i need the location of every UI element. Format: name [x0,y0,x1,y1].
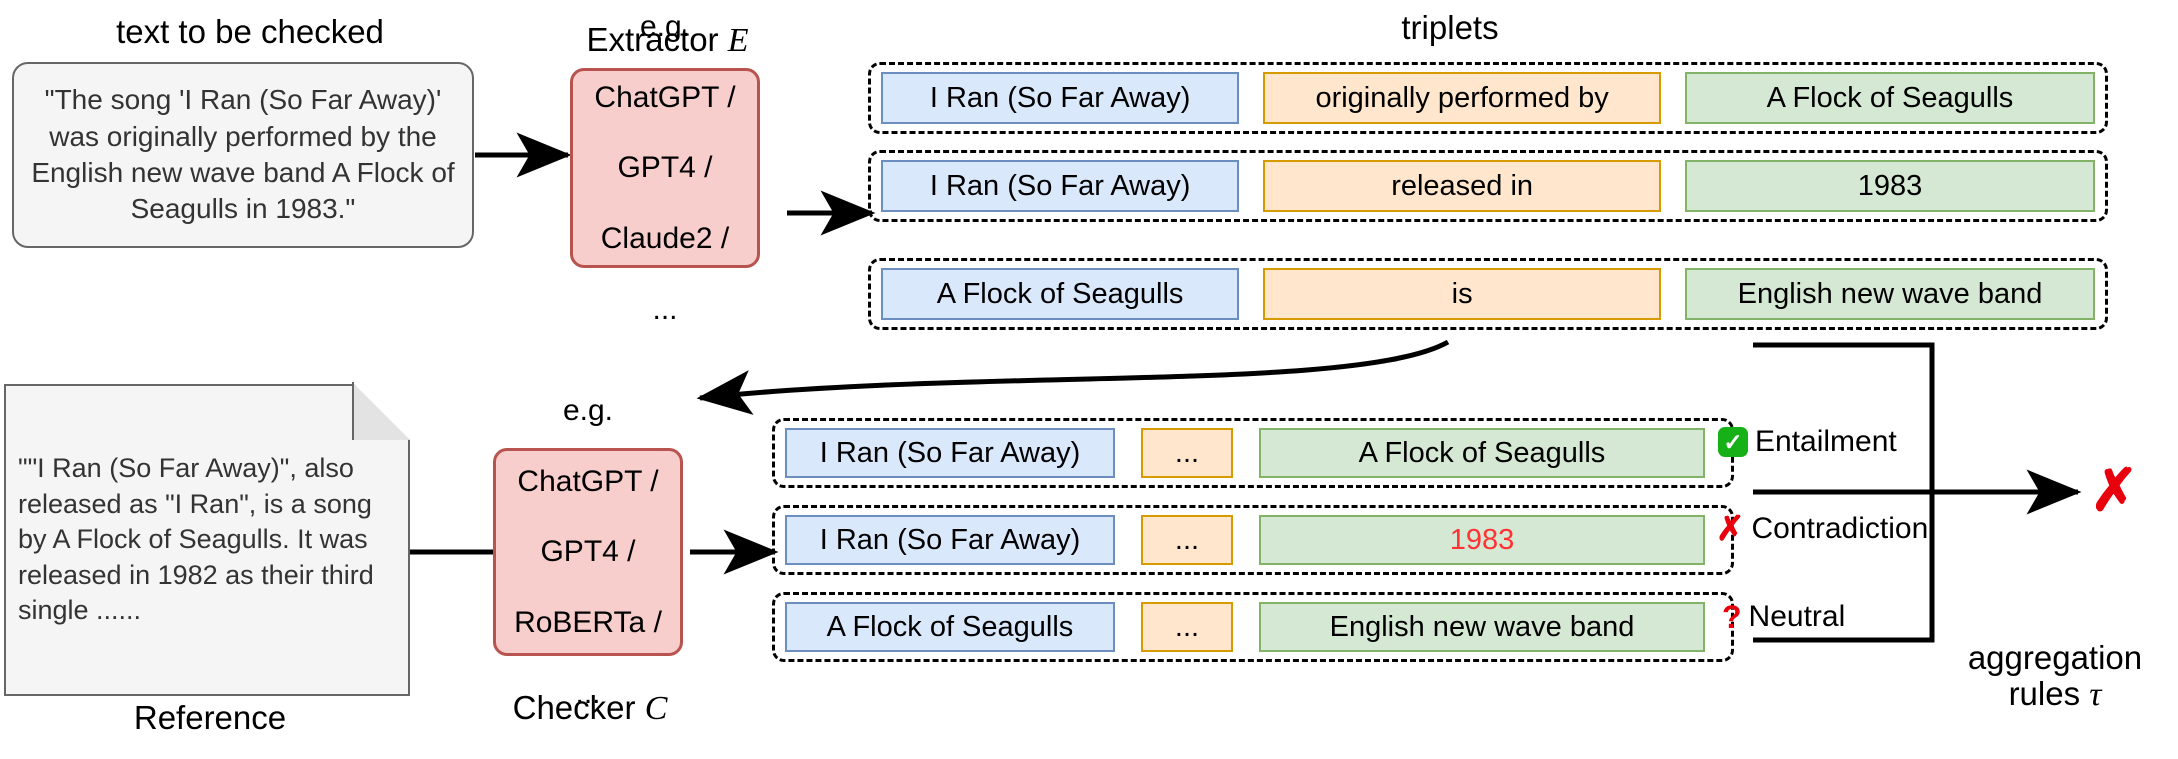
input-text: "The song 'I Ran (So Far Away)' was orig… [31,84,455,225]
reference-title: Reference [133,699,287,736]
aggregation-bracket [1753,342,1935,643]
triplet-subject: I Ran (So Far Away) [881,160,1240,212]
cross-mark-icon: ✗ [1716,510,1745,548]
checker-model-3: RoBERTa / [514,606,662,640]
checker-box: e.g. ChatGPT / GPT4 / RoBERTa / ... [493,394,683,710]
extractor-model-3: Claude2 / [600,222,730,256]
triplet-object: English new wave band [1685,268,2095,320]
triplet-relation: released in [1263,160,1662,212]
checker-label: Checker [512,689,636,726]
triplet-object: 1983 [1259,515,1705,565]
verdict-label: Contradiction [1751,512,1929,545]
arrow-triplets-to-checker [696,339,1450,415]
verdict-entailment: ✓ Entailment [1718,425,1897,459]
verdict-contradiction: ✗ Contradiction [1716,512,1928,546]
triplet-relation: ... [1141,515,1233,565]
extractor-model-4: ... [652,292,678,326]
triplet-object: English new wave band [1259,602,1705,652]
triplet-relation: originally performed by [1263,72,1662,124]
checked-triplet-row: I Ran (So Far Away) ... A Flock of Seagu… [772,418,1734,488]
triplet-subject: I Ran (So Far Away) [785,428,1115,478]
triplet-subject: A Flock of Seagulls [785,602,1115,652]
triplet-row: I Ran (So Far Away) originally performed… [868,62,2108,134]
checker-model-2: GPT4 / [540,535,636,569]
checker-symbol: C [644,690,668,727]
verdict-label: Neutral [1748,600,1846,633]
extractor-models-list: e.g. ChatGPT / GPT4 / Claude2 / ... [594,9,735,328]
aggregation-symbol: τ [2089,676,2102,714]
triplet-row: I Ran (So Far Away) released in 1983 [868,150,2108,222]
triplet-subject: I Ran (So Far Away) [881,72,1240,124]
triplets-title: triplets [1401,9,1499,46]
aggregation-line-2: rules τ [1930,675,2178,714]
red-cross-icon: ✗ [2090,458,2139,523]
question-mark-icon: ? [1722,599,1742,635]
triplet-object: A Flock of Seagulls [1259,428,1705,478]
triplet-row: A Flock of Seagulls is English new wave … [868,258,2108,330]
triplet-relation: ... [1141,428,1233,478]
extractor-model-0: e.g. [639,9,691,43]
checker-model-0: e.g. [562,393,614,427]
verdict-neutral: ? Neutral [1722,600,1845,634]
checker-model-1: ChatGPT / [517,464,659,498]
reference-text: ""I Ran (So Far Away)", also released as… [18,452,374,626]
triplet-object: 1983 [1685,160,2095,212]
document-fold-icon [354,384,410,440]
checked-triplet-row: A Flock of Seagulls ... English new wave… [772,592,1734,662]
reference-document: ""I Ran (So Far Away)", also released as… [4,384,410,696]
checker-models-list: e.g. ChatGPT / GPT4 / RoBERTa / ... [514,393,662,712]
extractor-model-1: ChatGPT / [594,80,736,114]
checker-title: Checker C [455,689,725,727]
input-text-box: "The song 'I Ran (So Far Away)' was orig… [12,62,474,248]
extractor-box: e.g. ChatGPT / GPT4 / Claude2 / ... [570,10,760,326]
aggregation-line-1: aggregation [1967,639,2143,676]
triplet-object: A Flock of Seagulls [1685,72,2095,124]
verdict-label: Entailment [1755,425,1897,458]
aggregation-rules-label: aggregation rules τ [1930,639,2178,714]
extractor-model-2: GPT4 / [617,151,713,185]
document-fold-edge [352,382,354,440]
triplet-relation: is [1263,268,1662,320]
check-badge-icon: ✓ [1718,427,1748,457]
aggregation-rules-word: rules [2008,675,2081,713]
checked-triplet-row: I Ran (So Far Away) ... 1983 [772,505,1734,575]
text-to-be-checked-title: text to be checked [116,13,384,50]
triplet-relation: ... [1141,602,1233,652]
triplet-subject: A Flock of Seagulls [881,268,1240,320]
triplet-subject: I Ran (So Far Away) [785,515,1115,565]
